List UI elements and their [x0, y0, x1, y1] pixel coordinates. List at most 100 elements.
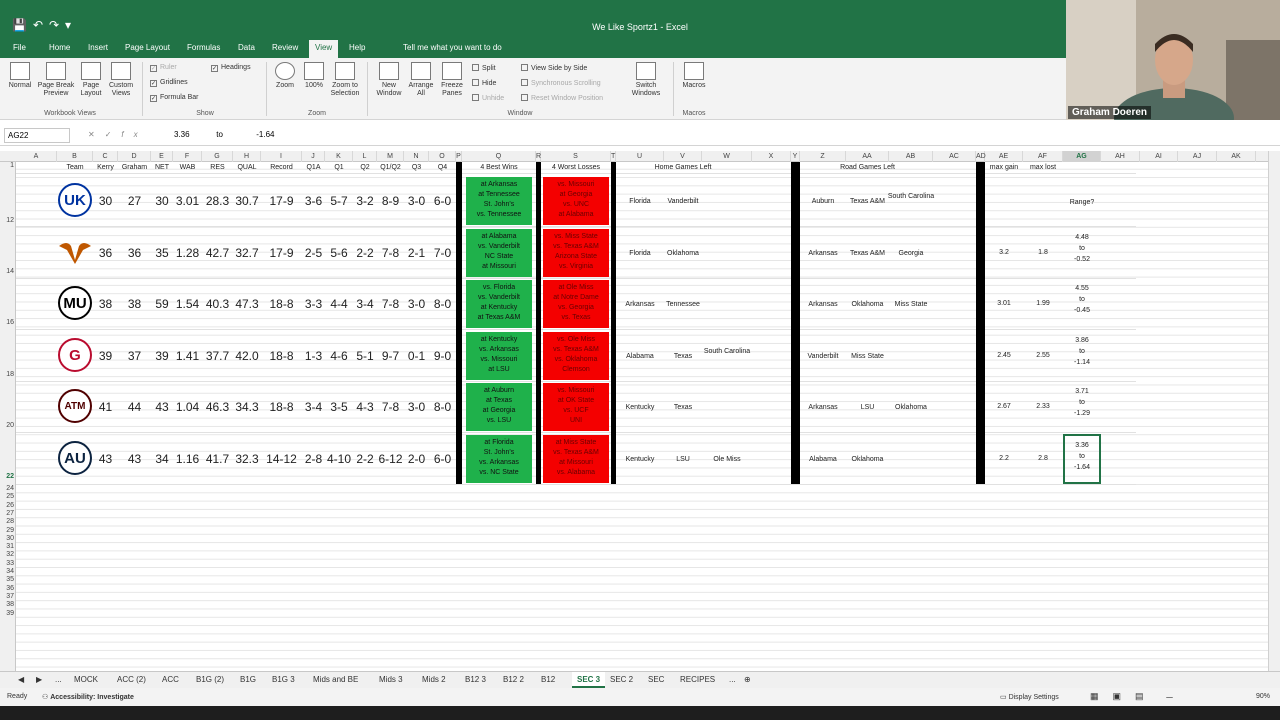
tab-b1g[interactable]: B1G [240, 675, 256, 684]
road-game-cell[interactable]: Arkansas [799, 300, 847, 309]
column-header-G[interactable]: G [202, 151, 233, 162]
tab-mids-and-be[interactable]: Mids and BE [313, 675, 358, 684]
formula-input[interactable]: 3.36 to -1.64 [174, 130, 275, 139]
tab-b1g-2-[interactable]: B1G (2) [196, 675, 224, 684]
road-game-cell[interactable]: Texas A&M [844, 249, 892, 258]
macros-button[interactable]: Macros [679, 62, 709, 90]
road-game-cell[interactable]: Georgia [887, 249, 935, 258]
accessibility-status[interactable]: ⚇ Accessibility: Investigate [42, 693, 134, 701]
tab--[interactable]: ... [729, 675, 736, 684]
row-header-25[interactable]: 25 [0, 493, 16, 500]
column-header-L[interactable]: L [353, 151, 377, 162]
road-game-cell[interactable]: Oklahoma [844, 455, 892, 464]
range-cell[interactable]: 3.36 to -1.64 [1063, 434, 1101, 484]
range-cell[interactable]: 3.71 to -1.29 [1063, 386, 1101, 419]
road-game-cell[interactable]: Oklahoma [887, 403, 935, 412]
column-header-AB[interactable]: AB [889, 151, 933, 162]
road-game-cell[interactable]: Oklahoma [844, 300, 892, 309]
column-header-D[interactable]: D [118, 151, 151, 162]
tab-sec-3[interactable]: SEC 3 [572, 672, 606, 688]
tab-recipes[interactable]: RECIPES [680, 675, 715, 684]
zoom-level[interactable]: 90% [1256, 693, 1270, 700]
best-wins-cell[interactable]: at Kentucky vs. Arkansas vs. Missouri at LS… [466, 332, 532, 380]
tab-b12-3[interactable]: B12 3 [465, 675, 486, 684]
row-header-1[interactable]: 1 [0, 162, 16, 169]
row-header-38[interactable]: 38 [0, 601, 16, 608]
best-wins-cell[interactable]: vs. Florida vs. Vanderbilt at Kentucky at T… [466, 280, 532, 328]
row-header-39[interactable]: 39 [0, 610, 16, 617]
zoom-button[interactable]: Zoom [272, 62, 298, 90]
row-header-24[interactable]: 24 [0, 485, 16, 492]
column-header-AI[interactable]: AI [1140, 151, 1178, 162]
best-wins-cell[interactable]: at Arkansas at Tennessee St. John's vs. Ten… [466, 177, 532, 225]
column-header-M[interactable]: M [377, 151, 404, 162]
max-lost-cell[interactable]: 2.55 [1025, 352, 1061, 359]
row-header-30[interactable]: 30 [0, 535, 16, 542]
tab-mids-3[interactable]: Mids 3 [379, 675, 403, 684]
formula-icons[interactable]: ✕✓fx [88, 130, 148, 139]
ribbon-tab-page-layout[interactable]: Page Layout [125, 43, 170, 52]
formula-bar-checkbox[interactable]: ✓ Formula Bar [150, 94, 199, 102]
worst-losses-cell[interactable]: vs. Ole Miss vs. Texas A&M vs. Oklahoma Cle… [543, 332, 609, 380]
row-header-14[interactable]: 14 [0, 268, 16, 275]
max-lost-cell[interactable]: 2.8 [1025, 455, 1061, 462]
column-header-AH[interactable]: AH [1101, 151, 1140, 162]
home-game-cell[interactable]: Vanderbilt [657, 197, 709, 206]
view-side-by-side-button[interactable]: View Side by Side [521, 64, 587, 72]
worst-losses-cell[interactable]: at Miss State vs. Texas A&M at Missouri vs.… [543, 435, 609, 483]
tab-scroll-right[interactable]: ▶ [36, 675, 42, 684]
row-header-37[interactable]: 37 [0, 593, 16, 600]
ruler-checkbox[interactable]: ✓ Ruler [150, 64, 177, 72]
ribbon-tab-insert[interactable]: Insert [88, 43, 108, 52]
switch-windows-button[interactable]: Switch Windows [626, 62, 666, 98]
row-header-34[interactable]: 34 [0, 568, 16, 575]
add-sheet-button[interactable]: ⊕ [744, 675, 751, 684]
reset-window-position-button[interactable]: Reset Window Position [521, 94, 603, 102]
ribbon-tab-review[interactable]: Review [272, 43, 298, 52]
row-header-20[interactable]: 20 [0, 422, 16, 429]
road-game-cell[interactable]: Alabama [799, 455, 847, 464]
tab--[interactable]: ... [55, 675, 62, 684]
column-header-J[interactable]: J [302, 151, 325, 162]
max-lost-cell[interactable]: 1.99 [1025, 300, 1061, 307]
ribbon-tab-tell-me-what-you-want-to-do[interactable]: Tell me what you want to do [403, 43, 502, 52]
column-header-V[interactable]: V [664, 151, 702, 162]
road-game-cell[interactable]: LSU [844, 403, 892, 412]
road-game-cell[interactable]: South Carolina [887, 192, 935, 201]
ribbon-tab-home[interactable]: Home [49, 43, 70, 52]
road-game-cell[interactable]: Arkansas [799, 403, 847, 412]
column-header-AD[interactable]: AD [976, 151, 986, 162]
tab-acc[interactable]: ACC [162, 675, 179, 684]
row-header-31[interactable]: 31 [0, 543, 16, 550]
row-header-26[interactable]: 26 [0, 502, 16, 509]
zoom-100-button[interactable]: 100% [301, 62, 327, 90]
vertical-scrollbar[interactable] [1268, 151, 1280, 671]
arrange-all-button[interactable]: Arrange All [406, 62, 436, 98]
ribbon-tab-help[interactable]: Help [349, 43, 365, 52]
worst-losses-cell[interactable]: vs. Missouri at OK State vs. UCF UNI [543, 383, 609, 431]
normal-view-button[interactable]: Normal [5, 62, 35, 90]
row-header-35[interactable]: 35 [0, 576, 16, 583]
best-wins-cell[interactable]: at Florida St. John's vs. Arkansas vs. NC S… [466, 435, 532, 483]
tab-mock[interactable]: MOCK [74, 675, 98, 684]
column-header-W[interactable]: W [702, 151, 752, 162]
column-header-AJ[interactable]: AJ [1178, 151, 1217, 162]
tab-sec[interactable]: SEC [648, 675, 664, 684]
column-header-U[interactable]: U [616, 151, 664, 162]
split-button[interactable]: Split [472, 64, 496, 72]
row-header-18[interactable]: 18 [0, 371, 16, 378]
tab-scroll-left[interactable]: ◀ [18, 675, 24, 684]
best-wins-cell[interactable]: at Alabama vs. Vanderbilt NC State at Misso… [466, 229, 532, 277]
worst-losses-cell[interactable]: vs. Miss State vs. Texas A&M Arizona State… [543, 229, 609, 277]
row-header-36[interactable]: 36 [0, 585, 16, 592]
new-window-button[interactable]: New Window [373, 62, 405, 98]
tab-acc-2-[interactable]: ACC (2) [117, 675, 146, 684]
display-settings-button[interactable]: ▭ Display Settings [1000, 693, 1059, 701]
column-header-AK[interactable]: AK [1217, 151, 1256, 162]
column-header-AA[interactable]: AA [846, 151, 889, 162]
freeze-panes-button[interactable]: Freeze Panes [437, 62, 467, 98]
column-header-A[interactable]: A [16, 151, 57, 162]
row-header-22[interactable]: 22 [0, 473, 16, 480]
column-header-AE[interactable]: AE [985, 151, 1023, 162]
row-header-29[interactable]: 29 [0, 527, 16, 534]
